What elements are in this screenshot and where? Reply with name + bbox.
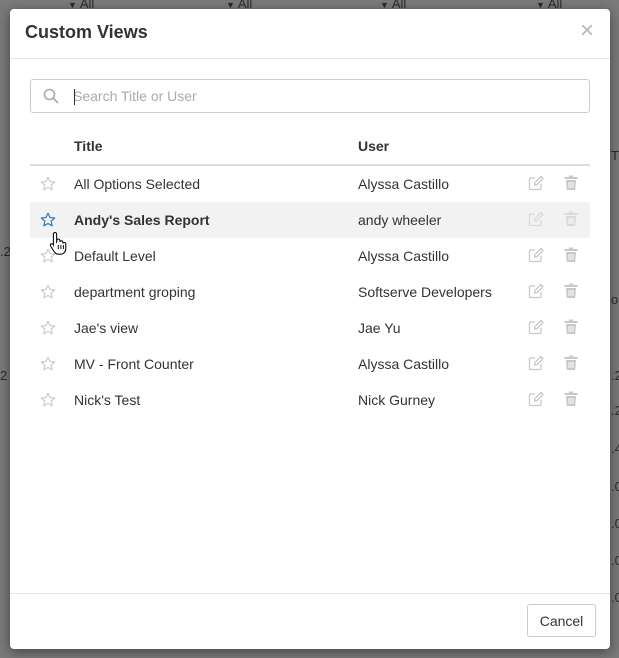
star-icon[interactable] — [40, 176, 56, 192]
edit-icon[interactable] — [528, 211, 544, 227]
close-icon[interactable]: × — [577, 19, 597, 43]
bg-right-fragment: .0 — [611, 479, 619, 494]
table-row[interactable]: MV - Front Counter Alyssa Castillo — [30, 346, 590, 382]
trash-icon[interactable] — [564, 175, 578, 191]
row-user: Softserve Developers — [358, 284, 492, 300]
trash-icon[interactable] — [564, 391, 578, 407]
bg-right-fragment: .0 — [611, 516, 619, 531]
column-header-title[interactable]: Title — [74, 138, 103, 154]
table-header: Title User — [30, 127, 590, 166]
star-icon[interactable] — [40, 284, 56, 300]
row-user: Alyssa Castillo — [358, 176, 450, 192]
star-icon[interactable] — [40, 320, 56, 336]
table-row[interactable]: Nick's Test Nick Gurney — [30, 382, 590, 418]
row-title[interactable]: Nick's Test — [74, 392, 140, 408]
trash-icon[interactable] — [564, 247, 578, 263]
text-caret — [74, 89, 75, 105]
edit-icon[interactable] — [528, 355, 544, 371]
bg-right-fragment: o — [611, 292, 619, 307]
bg-right-fragment: .4 — [611, 441, 619, 456]
trash-icon[interactable] — [564, 211, 578, 227]
table-row[interactable]: Andy's Sales Report andy wheeler — [30, 202, 590, 238]
table-row[interactable]: department groping Softserve Developers — [30, 274, 590, 310]
row-user: Nick Gurney — [358, 392, 436, 408]
row-user: andy wheeler — [358, 212, 442, 228]
modal-footer: Cancel — [10, 593, 610, 649]
views-table: Title User All Options Selected Alyssa Ca… — [30, 127, 590, 418]
bg-right-fragment: T — [611, 148, 619, 163]
trash-icon[interactable] — [564, 355, 578, 371]
modal-header: Custom Views × — [10, 9, 610, 59]
table-body: All Options Selected Alyssa Castillo Andy'… — [30, 166, 590, 418]
trash-icon[interactable] — [564, 283, 578, 299]
search-icon — [43, 88, 59, 104]
hand-pointer-cursor-icon — [49, 231, 67, 255]
row-title[interactable]: Default Level — [74, 248, 156, 264]
row-title[interactable]: MV - Front Counter — [74, 356, 194, 372]
row-user: Alyssa Castillo — [358, 356, 450, 372]
row-title[interactable]: department groping — [74, 284, 195, 300]
column-header-user[interactable]: User — [358, 138, 389, 154]
star-icon[interactable] — [40, 356, 56, 372]
cancel-button[interactable]: Cancel — [527, 604, 596, 637]
table-row[interactable]: Jae's view Jae Yu — [30, 310, 590, 346]
table-row[interactable]: All Options Selected Alyssa Castillo — [30, 166, 590, 202]
row-title[interactable]: Jae's view — [74, 320, 138, 336]
bg-right-fragment: .0 — [611, 553, 619, 568]
search-box[interactable] — [30, 79, 590, 113]
edit-icon[interactable] — [528, 283, 544, 299]
edit-icon[interactable] — [528, 175, 544, 191]
trash-icon[interactable] — [564, 319, 578, 335]
bg-right-fragment: .0 — [611, 590, 619, 605]
star-icon[interactable] — [40, 392, 56, 408]
star-icon[interactable] — [40, 212, 56, 228]
custom-views-modal: Custom Views × Title User All Options Se… — [10, 9, 610, 649]
row-user: Alyssa Castillo — [358, 248, 450, 264]
row-title[interactable]: Andy's Sales Report — [74, 212, 210, 228]
edit-icon[interactable] — [528, 247, 544, 263]
search-input[interactable] — [71, 82, 575, 110]
table-row[interactable]: Default Level Alyssa Castillo — [30, 238, 590, 274]
row-title[interactable]: All Options Selected — [74, 176, 200, 192]
edit-icon[interactable] — [528, 319, 544, 335]
bg-right-fragment: .2 — [611, 368, 619, 383]
bg-right-fragment: .2 — [611, 403, 619, 418]
row-user: Jae Yu — [358, 320, 401, 336]
modal-title: Custom Views — [25, 22, 148, 42]
edit-icon[interactable] — [528, 391, 544, 407]
